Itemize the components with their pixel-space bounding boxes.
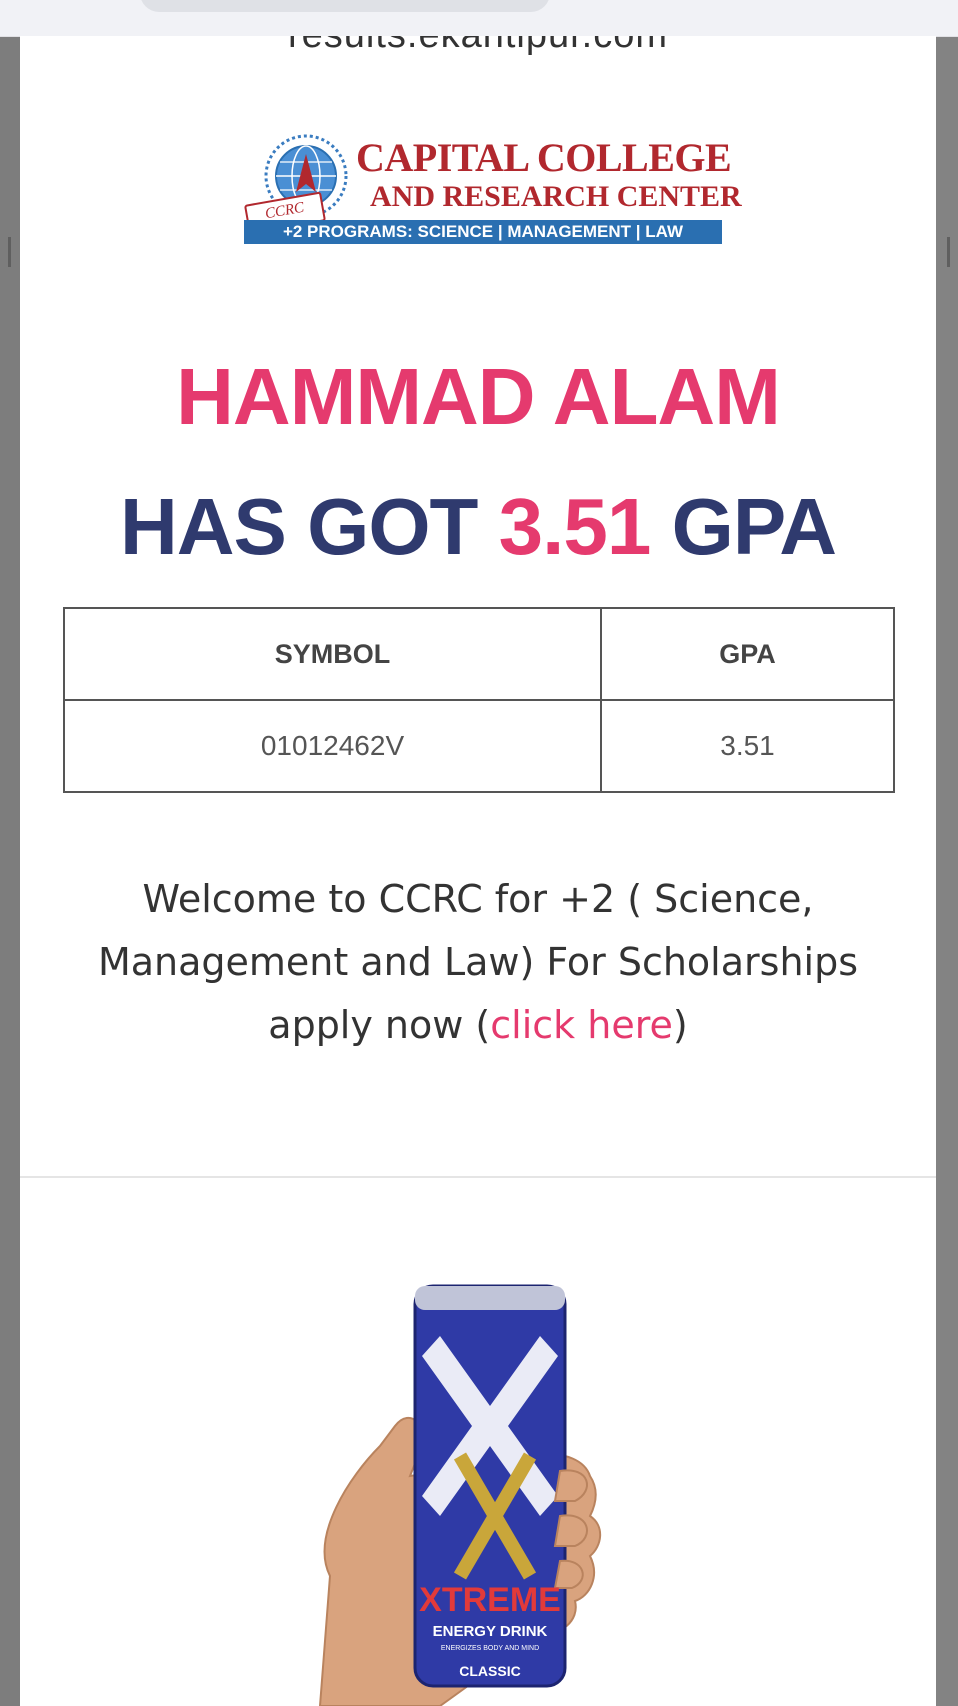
result-table: SYMBOL GPA 01012462V 3.51 bbox=[63, 607, 895, 793]
gpa-header: GPA bbox=[600, 607, 895, 701]
gpa-headline: HAS GOT 3.51 GPA bbox=[20, 481, 936, 573]
left-gutter bbox=[0, 37, 20, 1706]
ad-brand: XTREME bbox=[419, 1581, 561, 1619]
page-content: results.ekantipur.com CCRC CAPITAL COLLE… bbox=[20, 36, 936, 1706]
click-here-link[interactable]: click here bbox=[490, 1003, 673, 1047]
right-gutter bbox=[936, 37, 958, 1706]
section-divider bbox=[20, 1176, 936, 1178]
browser-toolbar bbox=[0, 0, 958, 37]
symbol-cell: 01012462V bbox=[63, 699, 602, 793]
ad-variant: CLASSIC bbox=[459, 1663, 520, 1679]
gpa-cell: 3.51 bbox=[600, 699, 895, 793]
college-name-line1: CAPITAL COLLEGE bbox=[356, 135, 732, 180]
student-name: HAMMAD ALAM bbox=[176, 352, 781, 441]
table-row: 01012462V 3.51 bbox=[63, 699, 895, 793]
has-got-text: HAS GOT bbox=[119, 482, 478, 571]
table-header-row: SYMBOL GPA bbox=[63, 607, 895, 701]
college-logo: CCRC CAPITAL COLLEGE AND RESEARCH CENTER… bbox=[238, 132, 742, 282]
ad-subtitle: ENERGY DRINK bbox=[433, 1623, 548, 1640]
symbol-header: SYMBOL bbox=[63, 607, 602, 701]
site-url-text: results.ekantipur.com bbox=[20, 36, 936, 57]
welcome-text: Welcome to CCRC for +2 ( Science, Manage… bbox=[97, 877, 859, 1047]
energy-drink-ad[interactable]: XTREME ENERGY DRINK ENERGIZES BODY AND M… bbox=[290, 1276, 680, 1706]
welcome-message: Welcome to CCRC for +2 ( Science, Manage… bbox=[90, 868, 866, 1057]
gpa-value: 3.51 bbox=[498, 482, 652, 571]
programs-banner: +2 PROGRAMS: SCIENCE | MANAGEMENT | LAW bbox=[244, 220, 722, 244]
welcome-close: ) bbox=[672, 1003, 688, 1047]
gpa-unit: GPA bbox=[671, 482, 837, 571]
college-name-line2: AND RESEARCH CENTER bbox=[370, 180, 742, 213]
ad-tagline: ENERGIZES BODY AND MIND bbox=[441, 1645, 539, 1652]
address-bar[interactable] bbox=[140, 0, 550, 12]
